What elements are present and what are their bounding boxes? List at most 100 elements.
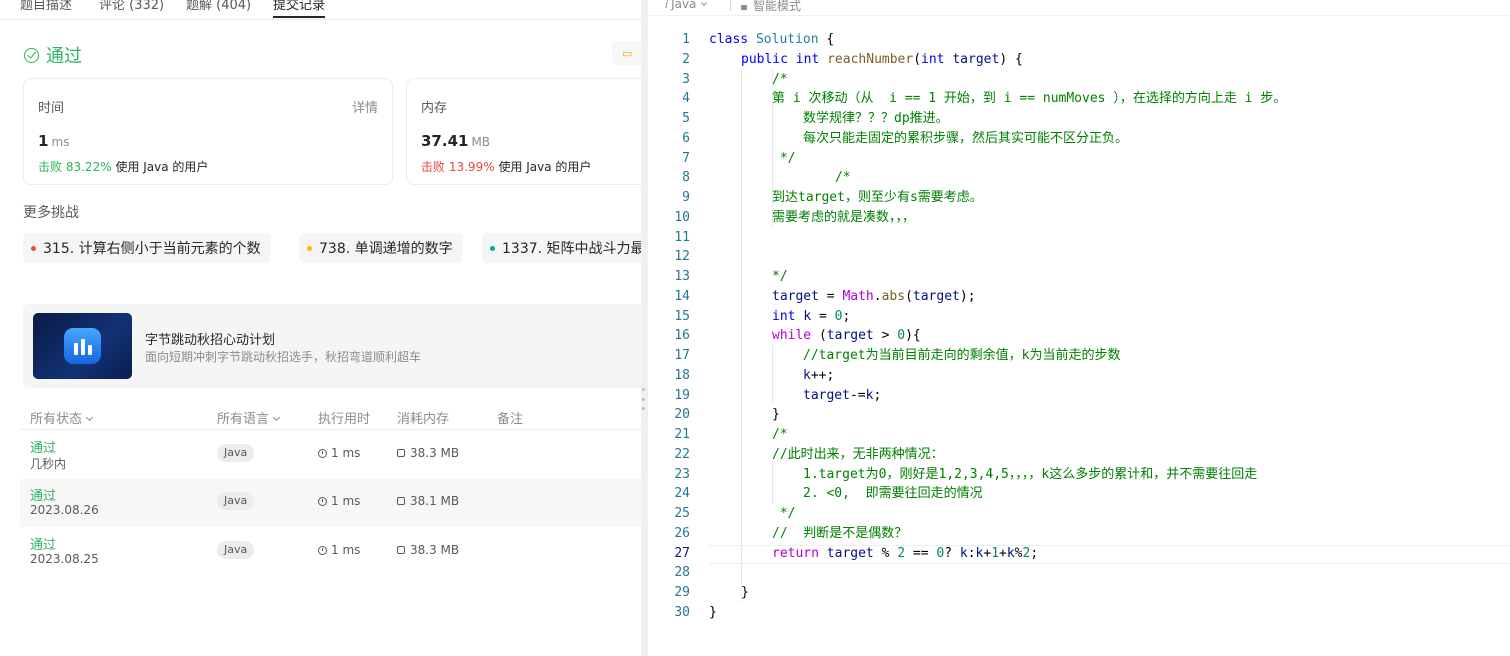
runtime-label: 时间: [38, 101, 65, 116]
result-header: 通过: [24, 42, 82, 68]
runtime-value: 1 ms: [38, 131, 69, 150]
tab-description[interactable]: 题目描述: [20, 0, 72, 15]
row-memory-value: 38.3 MB: [410, 543, 460, 557]
line-number: 1: [682, 32, 690, 47]
line-number: 22: [674, 446, 690, 462]
row-date: 2023.08.25: [30, 552, 99, 566]
row-language-badge: Java: [217, 541, 255, 559]
clock-icon: [318, 546, 327, 555]
code-line: class Solution {: [709, 30, 834, 50]
clock-icon: [318, 449, 327, 458]
memory-label: 内存: [421, 101, 448, 116]
code-token: target: [803, 387, 850, 403]
line-number: 19: [674, 387, 690, 403]
code-token: =: [811, 308, 835, 324]
code-token: +: [983, 545, 992, 561]
row-status[interactable]: 通过: [30, 485, 56, 504]
row-memory: 38.1 MB: [397, 494, 459, 508]
code-token: (: [913, 51, 922, 67]
difficulty-dot: [31, 245, 36, 251]
language-filter-label: 所有语言: [217, 412, 270, 427]
code-line: 每次只能走固定的累积步骤，然后其实可能不区分正负。: [803, 130, 1129, 146]
runtime-unit: ms: [51, 135, 70, 149]
code-token: +: [999, 545, 1007, 561]
notes-button[interactable]: ▭: [612, 41, 641, 65]
panel-splitter[interactable]: [641, 0, 648, 656]
line-number: 5: [682, 111, 690, 126]
challenge-title: 315. 计算右侧小于当前元素的个数: [43, 241, 261, 257]
code-line: //target为当前目前走向的剩余值，k为当前走的步数: [803, 348, 1121, 363]
code-token: k: [803, 308, 812, 324]
memory-chip-icon: [397, 546, 405, 554]
more-challenges-title: 更多挑战: [23, 205, 79, 221]
promo-banner[interactable]: 字节跳动秋招心动计划 面向短期冲刺字节跳动秋招选手，秋招弯道顺利超车: [23, 304, 641, 388]
table-row[interactable]: 通过 几秒内 Java 1 ms 38.3 MB: [20, 431, 641, 479]
row-status[interactable]: 通过: [30, 437, 56, 456]
table-row[interactable]: 通过 2023.08.25 Java 1 ms 38.3 MB: [20, 528, 641, 576]
row-runtime: 1 ms: [318, 543, 360, 557]
code-token: k: [803, 367, 811, 383]
memory-beat-percent: 13.99%: [448, 160, 495, 174]
code-token: -=: [849, 387, 866, 403]
submissions-table-header: 所有状态 所有语言 执行用时 消耗内存 备注: [20, 405, 641, 430]
code-token: k: [959, 545, 968, 561]
status-filter[interactable]: 所有状态: [30, 408, 94, 427]
memory-chip-icon: [397, 497, 405, 505]
line-number: 28: [674, 565, 690, 581]
language-label: Java: [671, 0, 697, 11]
code-line: /*: [772, 71, 788, 87]
row-memory-value: 38.3 MB: [410, 446, 460, 460]
runtime-number: 1: [38, 132, 49, 150]
code-token: target: [826, 545, 874, 561]
code-token: public: [741, 51, 788, 67]
row-language-badge: Java: [217, 444, 255, 462]
line-number: 23: [674, 466, 690, 482]
memory-column-header: 消耗内存: [397, 412, 450, 427]
tab-comments[interactable]: 评论 (332): [99, 0, 164, 15]
code-token: ++;: [810, 367, 835, 383]
code-line: */: [772, 269, 788, 284]
language-filter[interactable]: 所有语言: [217, 408, 281, 427]
book-icon: ▭: [622, 46, 633, 60]
code-line: /*: [772, 427, 788, 442]
code-line: //此时出来，无非两种情况：: [772, 446, 944, 462]
smart-mode-toggle[interactable]: 智能模式: [741, 0, 801, 14]
line-number: 30: [674, 604, 690, 620]
language-select[interactable]: i Java: [665, 0, 708, 11]
challenge-chip[interactable]: 738. 单调递增的数字: [299, 233, 463, 263]
code-token: return: [772, 545, 819, 561]
code-token: 1: [991, 545, 1000, 561]
line-number: 12: [674, 249, 690, 265]
runtime-detail-link[interactable]: 详情: [352, 97, 378, 116]
code-editor-panel: i Java 智能模式 1 2 3 4 5 6 7 8 9 10 11 12 13…: [648, 0, 1510, 656]
code-token: Math: [842, 288, 874, 304]
code-line: 需要考虑的就是凑数，，，: [772, 209, 916, 225]
table-row[interactable]: 通过 2023.08.26 Java 1 ms 38.1 MB: [20, 479, 641, 527]
drag-handle-icon[interactable]: [642, 388, 645, 410]
indent-guide: [741, 69, 742, 602]
smart-mode-label: 智能模式: [753, 0, 802, 13]
code-line: }: [709, 604, 717, 620]
problem-tabs: 题目描述 评论 (332) 题解 (404) 提交记录: [0, 0, 641, 20]
memory-beat-prefix: 击败: [421, 160, 446, 174]
line-number: 17: [674, 348, 690, 363]
row-runtime-value: 1 ms: [331, 494, 361, 508]
code-line: k++;: [803, 366, 834, 386]
code-line: */: [772, 506, 796, 521]
clock-icon: [318, 497, 327, 506]
challenge-title: 738. 单调递增的数字: [319, 241, 453, 257]
tab-submissions[interactable]: 提交记录: [273, 0, 326, 18]
memory-number: 37.41: [421, 132, 469, 150]
tab-solutions[interactable]: 题解 (404): [186, 0, 251, 15]
challenge-chip[interactable]: 315. 计算右侧小于当前元素的个数: [23, 233, 271, 263]
code-token: target: [912, 288, 960, 304]
runtime-column-header: 执行用时: [318, 412, 371, 427]
row-status[interactable]: 通过: [30, 534, 56, 553]
challenge-chip[interactable]: 1337. 矩阵中战斗力最弱的 K 行: [482, 233, 641, 263]
code-token: Solution: [755, 32, 819, 47]
code-token: ?: [944, 545, 960, 561]
banner-title: 字节跳动秋招心动计划: [145, 333, 276, 348]
memory-card: 内存 37.41 MB 击败 13.99% 使用 Java 的用户: [406, 78, 641, 185]
line-number: 13: [674, 269, 690, 284]
